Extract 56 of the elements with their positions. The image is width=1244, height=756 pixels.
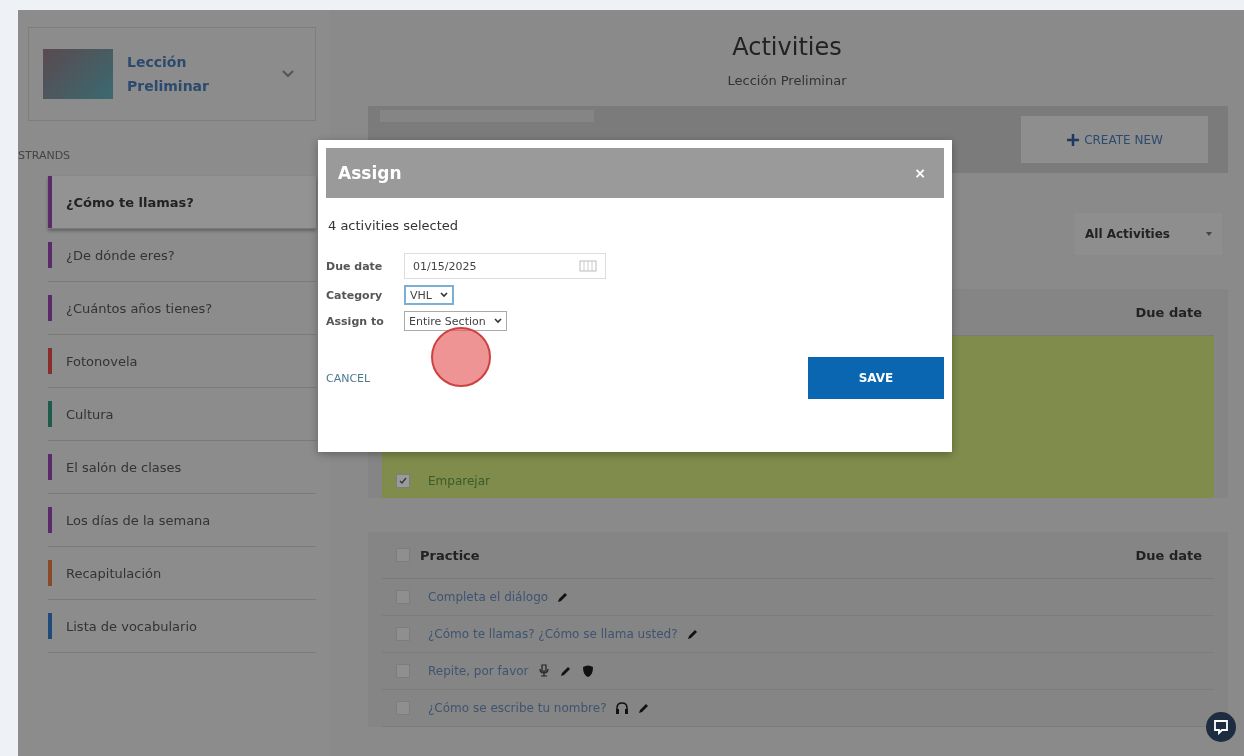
strand-label: ¿Cuántos años tienes? [66,300,213,316]
strand-label: Recapitulación [66,565,162,581]
dropdown[interactable]: VHL [404,285,454,305]
photo-placeholder [43,49,113,99]
create-new-button[interactable]: CREATE NEW [1021,116,1208,163]
strand-item[interactable]: ¿Cómo te llamas? [48,176,316,229]
caret-icon [1206,232,1212,236]
strand-item[interactable]: Fotonovela [48,335,316,388]
strand-item[interactable]: Lista de vocabulario [48,600,316,653]
strand-item[interactable]: ¿De dónde eres? [48,229,316,282]
strand-label: Lista de vocabulario [66,618,197,634]
save-button[interactable]: SAVE [808,357,944,399]
check-icon [399,477,407,485]
close-button[interactable]: × [908,164,932,182]
page-subtitle: Lección Preliminar [726,73,848,88]
column-header: Due date [1135,304,1202,320]
field-label: Category [326,288,384,302]
strand-item[interactable]: El salón de clases [48,441,316,494]
course-title: Lección Preliminar [127,53,210,96]
click-indicator [431,327,491,387]
cancel-link[interactable]: CANCEL [326,371,371,385]
calendar-icon [579,260,597,272]
section-label: STRANDS [18,149,72,162]
plus-icon [1066,132,1081,147]
activity-link[interactable]: ¿Cómo se escribe tu nombre? [428,701,607,715]
strand-label: El salón de clases [66,459,182,475]
checkbox[interactable] [396,474,410,488]
activity-link[interactable]: ¿Cómo te llamas? ¿Cómo se llama usted? [428,627,678,641]
dropdown[interactable]: Entire Section [404,311,507,331]
strand-label: Los días de la semana [66,512,211,528]
field-label: Due date [326,259,384,273]
date-field[interactable]: 01/15/2025 [404,253,606,279]
chevron-icon [281,69,295,79]
activity-link[interactable]: Emparejar [428,474,490,488]
course-selector[interactable]: Lección Preliminar [28,27,316,121]
section-heading: Practice [420,547,480,563]
page-title: Activities [731,33,843,61]
field-label: Assign to [326,314,385,328]
activity-link[interactable]: Completa el diálogo [428,590,549,604]
chevron-icon [439,292,448,298]
selection-summary: 4 activities selected [328,218,460,233]
activity-link[interactable]: Repite, por favor [428,664,529,678]
strand-item[interactable]: Recapitulación [48,547,316,600]
strand-item[interactable]: Los días de la semana [48,494,316,547]
strand-label: ¿Cómo te llamas? [66,194,194,210]
strand-item[interactable]: Cultura [48,388,316,441]
chevron-icon [493,318,502,324]
speech-bubble-icon [1213,719,1229,735]
strand-label: Fotonovela [66,353,138,369]
strand-label: Cultura [66,406,114,422]
modal-title: Assign [338,163,402,183]
filter-dropdown[interactable]: All Activities [1075,213,1222,255]
chat-button[interactable] [1206,712,1236,742]
strand-label: ¿De dónde eres? [66,247,175,263]
column-header: Due date [1135,547,1202,563]
strand-item[interactable]: ¿Cuántos años tienes? [48,282,316,335]
